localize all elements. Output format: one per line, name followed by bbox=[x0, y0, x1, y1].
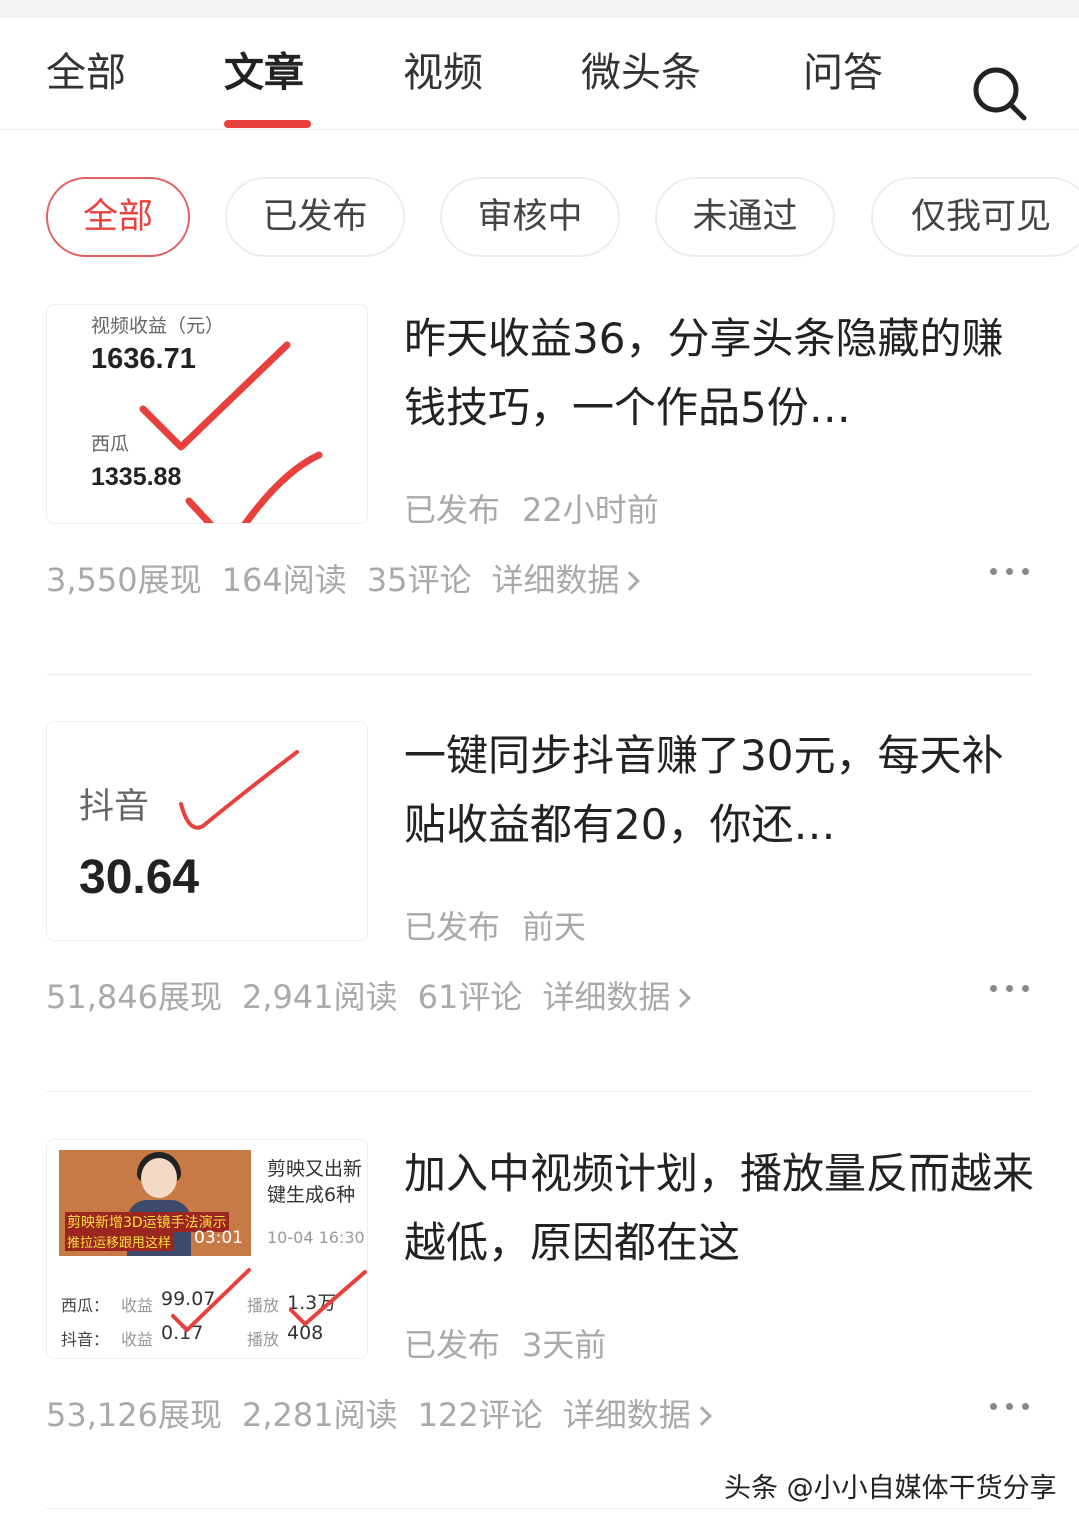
article-stats: 51,846展现 2,941阅读 61评论 详细数据 bbox=[46, 972, 708, 1018]
more-icon[interactable] bbox=[990, 568, 1030, 578]
tab-all[interactable]: 全部 bbox=[46, 48, 126, 98]
check-mark-icon bbox=[179, 750, 299, 830]
filter-all[interactable]: 全部 bbox=[46, 177, 190, 257]
search-icon[interactable] bbox=[970, 64, 1028, 122]
comments-count: 61评论 bbox=[417, 978, 523, 1016]
impressions-count: 3,550展现 bbox=[46, 561, 202, 599]
publish-time: 22小时前 bbox=[522, 491, 659, 529]
article-title[interactable]: 昨天收益36，分享头条隐藏的赚钱技巧，一个作品5份… bbox=[404, 304, 1044, 442]
status-strip bbox=[0, 0, 1079, 18]
chevron-right-icon bbox=[671, 988, 692, 1008]
article-thumbnail: 抖音 30.64 bbox=[46, 721, 368, 941]
divider bbox=[46, 1091, 1032, 1092]
divider bbox=[46, 1508, 1032, 1509]
more-icon[interactable] bbox=[990, 1403, 1030, 1413]
article-meta: 已发布 3天前 bbox=[404, 1320, 606, 1366]
article-meta: 已发布 前天 bbox=[404, 902, 586, 948]
chevron-right-icon bbox=[691, 1406, 712, 1426]
tab-qa[interactable]: 问答 bbox=[803, 48, 883, 98]
article-thumbnail: 剪映新增3D运镜手法演示 推拉运移跟甩这样 03:01 剪映又出新键生成6种 1… bbox=[46, 1139, 368, 1359]
article-thumbnail: 视频收益（元） 1636.71 西瓜 1335.88 bbox=[46, 304, 368, 524]
filter-under-review[interactable]: 审核中 bbox=[440, 177, 620, 257]
more-icon[interactable] bbox=[990, 985, 1030, 995]
filter-private[interactable]: 仅我可见 bbox=[871, 177, 1079, 257]
tab-micro-posts[interactable]: 微头条 bbox=[581, 48, 701, 98]
status-label: 已发布 bbox=[404, 908, 501, 946]
tab-articles[interactable]: 文章 bbox=[224, 48, 304, 98]
content-type-tabs: 全部 文章 视频 微头条 问答 bbox=[0, 18, 1079, 130]
reads-count: 2,281阅读 bbox=[241, 1396, 398, 1434]
impressions-count: 53,126展现 bbox=[46, 1396, 222, 1434]
chevron-right-icon bbox=[620, 571, 641, 591]
publish-time: 3天前 bbox=[522, 1326, 607, 1364]
detail-data-link[interactable]: 详细数据 bbox=[542, 978, 692, 1016]
check-mark-icon bbox=[171, 1268, 367, 1332]
comments-count: 35评论 bbox=[366, 561, 472, 599]
impressions-count: 51,846展现 bbox=[46, 978, 222, 1016]
status-label: 已发布 bbox=[404, 491, 501, 529]
divider bbox=[46, 674, 1032, 675]
watermark: 头条 @小小自媒体干货分享 bbox=[724, 1473, 1057, 1504]
reads-count: 164阅读 bbox=[221, 561, 347, 599]
reads-count: 2,941阅读 bbox=[241, 978, 398, 1016]
detail-data-link[interactable]: 详细数据 bbox=[562, 1396, 712, 1434]
status-label: 已发布 bbox=[404, 1326, 501, 1364]
detail-data-label: 详细数据 bbox=[491, 561, 620, 599]
comments-count: 122评论 bbox=[417, 1396, 543, 1434]
tab-videos[interactable]: 视频 bbox=[403, 48, 483, 98]
detail-data-label: 详细数据 bbox=[562, 1396, 691, 1434]
detail-data-link[interactable]: 详细数据 bbox=[491, 561, 641, 599]
article-stats: 3,550展现 164阅读 35评论 详细数据 bbox=[46, 555, 657, 601]
article-meta: 已发布 22小时前 bbox=[404, 485, 659, 531]
check-mark-icon bbox=[139, 341, 323, 523]
article-stats: 53,126展现 2,281阅读 122评论 详细数据 bbox=[46, 1390, 729, 1436]
publish-time: 前天 bbox=[522, 908, 587, 946]
active-tab-indicator bbox=[224, 120, 311, 128]
filter-published[interactable]: 已发布 bbox=[225, 177, 405, 257]
detail-data-label: 详细数据 bbox=[542, 978, 671, 1016]
filter-rejected[interactable]: 未通过 bbox=[655, 177, 835, 257]
article-title[interactable]: 加入中视频计划，播放量反而越来越低，原因都在这 bbox=[404, 1139, 1044, 1277]
article-title[interactable]: 一键同步抖音赚了30元，每天补贴收益都有20，你还… bbox=[404, 721, 1044, 859]
